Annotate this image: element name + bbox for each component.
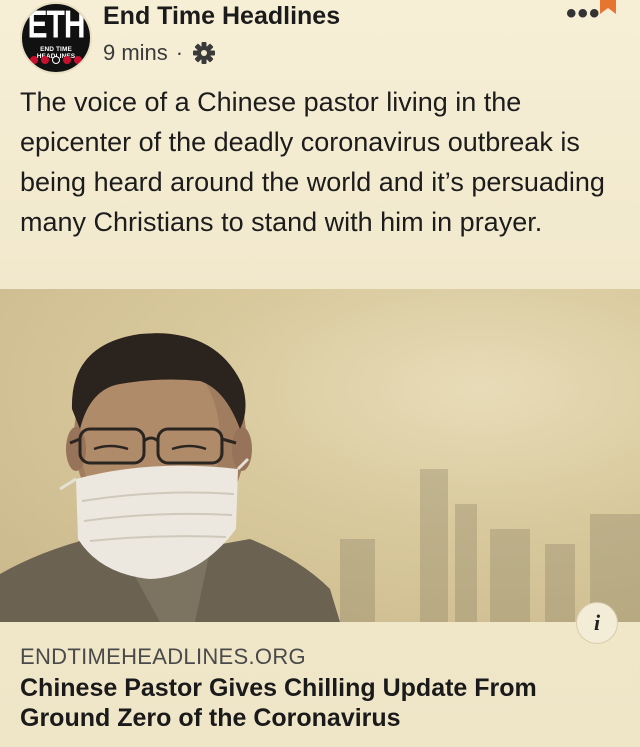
masked-man-photo: [0, 333, 340, 622]
avatar[interactable]: ETH END TIME HEADLINES: [20, 2, 92, 74]
timestamp-link[interactable]: 9 mins: [103, 40, 168, 66]
link-domain: ENDTIMEHEADLINES.ORG: [20, 644, 306, 669]
logo-dot: [41, 56, 49, 64]
logo-dot: [30, 56, 38, 64]
more-options-button[interactable]: •••: [566, 0, 601, 29]
logo-dot: [74, 56, 82, 64]
bookmark-icon[interactable]: [598, 0, 618, 16]
link-title[interactable]: Chinese Pastor Gives Chilling Update Fro…: [20, 673, 630, 733]
post-meta: 9 mins ·: [103, 40, 217, 66]
page-name-link[interactable]: End Time Headlines: [103, 2, 340, 31]
logo-dot: [63, 56, 71, 64]
link-preview-info[interactable]: ENDTIMEHEADLINES.ORG Chinese Pastor Give…: [0, 622, 640, 747]
link-preview-image[interactable]: [0, 289, 640, 622]
logo-ring: [52, 56, 60, 64]
meta-separator: ·: [175, 40, 184, 65]
facebook-post: ETH END TIME HEADLINES End Time Headline…: [0, 0, 640, 747]
post-header: ETH END TIME HEADLINES End Time Headline…: [0, 0, 640, 80]
gear-icon: [191, 40, 217, 66]
post-text: The voice of a Chinese pastor living in …: [20, 87, 605, 237]
avatar-logo-dots: [22, 56, 90, 66]
